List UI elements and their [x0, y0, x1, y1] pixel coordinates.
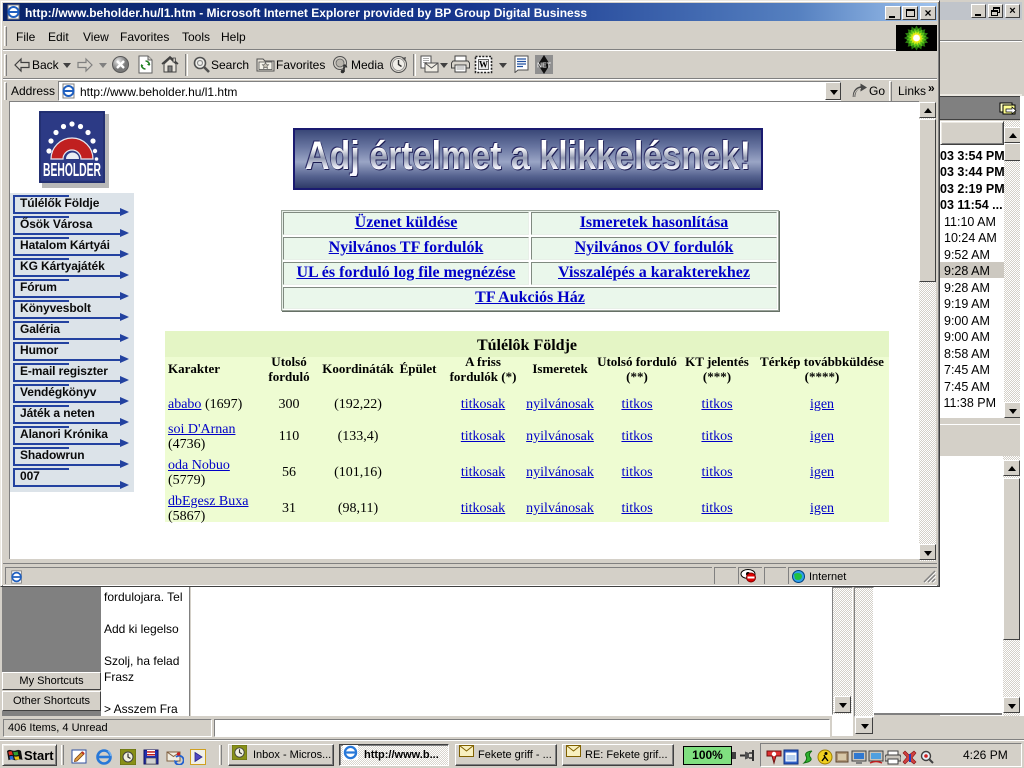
svg-text:BEHOLDER: BEHOLDER: [43, 159, 101, 181]
svg-text:NET: NET: [537, 63, 552, 70]
svg-text:W: W: [479, 60, 488, 70]
